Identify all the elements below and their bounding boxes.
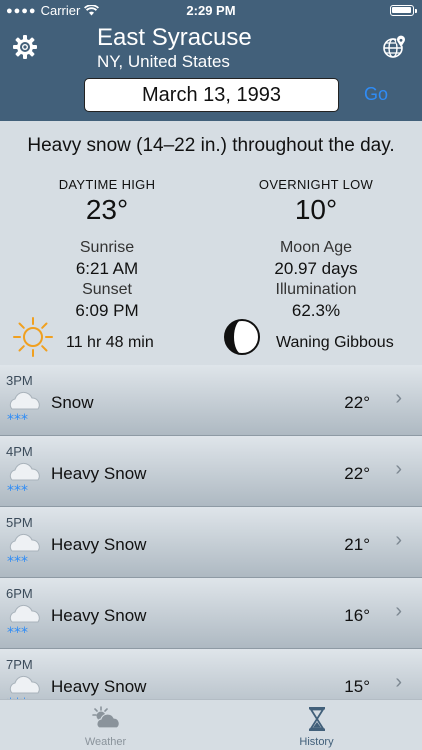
hour-label: 4PM [6, 444, 33, 459]
sunset-label: Sunset [82, 281, 132, 298]
chevron-right-icon: › [395, 387, 402, 409]
clock: 2:29 PM [186, 3, 236, 18]
weather-icon [92, 706, 120, 729]
daytime-high-block: DAYTIME HIGH 23° [17, 177, 197, 226]
condition-label: Heavy Snow [51, 606, 147, 625]
hourly-row[interactable]: 5PM *** Heavy Snow 21° › [0, 507, 422, 578]
hour-temp: 15° [344, 677, 370, 696]
illumination-label: Illumination [275, 281, 357, 298]
hourly-list[interactable]: 3PM *** Snow 22° › 4PM *** Heavy Snow 22… [0, 365, 422, 699]
hourly-row[interactable]: 7PM *** Heavy Snow 15° › [0, 649, 422, 699]
snow-cloud-icon: *** [7, 533, 40, 567]
condition-label: Snow [51, 393, 94, 412]
condition-label: Heavy Snow [51, 535, 147, 554]
hourly-row[interactable]: 3PM *** Snow 22° › [0, 365, 422, 436]
overnight-low-block: OVERNIGHT LOW 10° [226, 177, 406, 226]
hour-label: 6PM [6, 586, 33, 601]
svg-text:***: *** [7, 554, 28, 567]
tab-history-label: History [299, 736, 334, 748]
moon-phase-icon [224, 319, 260, 355]
forecast-headline: Heavy snow (14–22 in.) throughout the da… [27, 135, 395, 156]
chevron-right-icon: › [395, 671, 402, 693]
status-bar: ●●●● Carrier 2:29 PM [0, 0, 422, 22]
moon-age-value: 20.97 days [274, 259, 358, 278]
battery-icon [390, 5, 417, 16]
hour-temp: 22° [344, 393, 370, 412]
chevron-right-icon: › [395, 600, 402, 622]
overnight-low-value: 10° [294, 194, 338, 225]
overnight-low-label: OVERNIGHT LOW [258, 177, 374, 192]
daytime-high-label: DAYTIME HIGH [58, 177, 156, 192]
hour-temp: 22° [344, 464, 370, 483]
sun-times: Sunrise 6:21 AM Sunset 6:09 PM [17, 237, 197, 321]
sunrise-label: Sunrise [79, 239, 135, 256]
snow-cloud-icon: *** [7, 675, 40, 699]
location-city: East Syracuse [97, 24, 252, 51]
sun-icon [13, 317, 53, 357]
tab-history[interactable]: History [211, 700, 422, 750]
day-length: 11 hr 48 min [66, 334, 154, 351]
condition-label: Heavy Snow [51, 464, 147, 483]
location-region: NY, United States [97, 52, 230, 71]
day-summary: Heavy snow (14–22 in.) throughout the da… [0, 121, 422, 365]
svg-text:***: *** [7, 483, 28, 496]
moon-info: Moon Age 20.97 days Illumination 62.3% [226, 237, 406, 321]
tab-weather[interactable]: Weather [0, 700, 211, 750]
date-field[interactable]: March 13, 1993 [84, 78, 339, 112]
moon-age-label: Moon Age [279, 239, 353, 256]
hour-temp: 21° [344, 535, 370, 554]
globe-location-icon[interactable] [382, 34, 408, 60]
condition-label: Heavy Snow [51, 677, 147, 696]
snow-cloud-icon: *** [7, 462, 40, 496]
header-bar: ●●●● Carrier 2:29 PM East Syracuse NY, U… [0, 0, 422, 121]
tab-weather-label: Weather [84, 736, 127, 748]
hour-label: 3PM [6, 373, 33, 388]
sunrise-value: 6:21 AM [75, 259, 139, 278]
chevron-right-icon: › [395, 529, 402, 551]
svg-text:***: *** [7, 625, 28, 638]
hourly-row[interactable]: 6PM *** Heavy Snow 16° › [0, 578, 422, 649]
chevron-right-icon: › [395, 458, 402, 480]
hourglass-icon [309, 707, 325, 731]
moon-phase-label: Waning Gibbous [276, 334, 394, 351]
snow-cloud-icon: *** [7, 391, 40, 425]
hour-label: 5PM [6, 515, 33, 530]
gear-icon[interactable] [12, 34, 38, 60]
tab-bar: Weather History [0, 699, 422, 750]
go-button[interactable]: Go [364, 84, 388, 105]
hour-temp: 16° [344, 606, 370, 625]
hourly-row[interactable]: 4PM *** Heavy Snow 22° › [0, 436, 422, 507]
daytime-high-value: 23° [85, 194, 129, 225]
svg-text:***: *** [7, 412, 28, 425]
snow-cloud-icon: *** [7, 604, 40, 638]
hour-label: 7PM [6, 657, 33, 672]
